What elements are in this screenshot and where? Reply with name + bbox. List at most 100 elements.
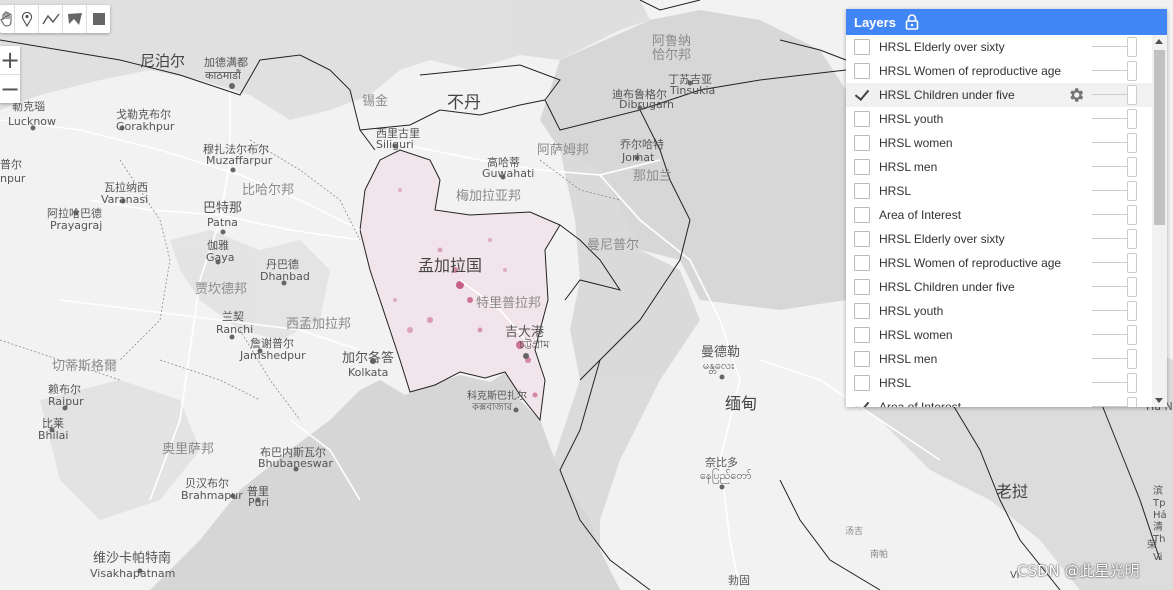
opacity-slider-thumb[interactable] bbox=[1127, 325, 1137, 345]
rectangle-tool-button[interactable] bbox=[87, 5, 110, 33]
opacity-slider[interactable] bbox=[1092, 397, 1137, 407]
label-visakhapatnam: Visakhapatnam bbox=[90, 567, 175, 580]
zoom-in-button[interactable]: + bbox=[0, 46, 20, 74]
layer-name: HRSL men bbox=[879, 160, 938, 174]
opacity-slider[interactable] bbox=[1092, 181, 1137, 201]
label-bhilai: Bhilai bbox=[38, 429, 68, 442]
layer-row[interactable]: HRSL youth bbox=[846, 107, 1152, 131]
marker-tool-button[interactable] bbox=[15, 5, 39, 33]
layer-checkbox[interactable] bbox=[854, 351, 870, 367]
layer-row[interactable]: HRSL Children under five bbox=[846, 83, 1152, 107]
layers-scrollbar[interactable] bbox=[1152, 35, 1167, 407]
layer-row[interactable]: HRSL Women of reproductive age bbox=[846, 251, 1152, 275]
layer-row[interactable]: HRSL Women of reproductive age bbox=[846, 59, 1152, 83]
label-right-edge-6: 荣 bbox=[1147, 539, 1157, 551]
label-laos: 老挝 bbox=[996, 482, 1028, 501]
opacity-slider-thumb[interactable] bbox=[1127, 277, 1137, 297]
layer-checkbox[interactable] bbox=[854, 159, 870, 175]
opacity-slider-thumb[interactable] bbox=[1127, 301, 1137, 321]
layer-checkbox[interactable] bbox=[854, 279, 870, 295]
opacity-slider-thumb[interactable] bbox=[1127, 349, 1137, 369]
scrollbar-thumb[interactable] bbox=[1154, 50, 1165, 225]
layer-row[interactable]: HRSL men bbox=[846, 347, 1152, 371]
opacity-slider-thumb[interactable] bbox=[1127, 37, 1137, 57]
layer-name: Area of Interest bbox=[879, 400, 962, 407]
layer-name: HRSL bbox=[879, 184, 912, 198]
layer-checkbox[interactable] bbox=[854, 255, 870, 271]
gear-icon[interactable] bbox=[1067, 86, 1085, 107]
lock-icon[interactable] bbox=[905, 14, 919, 30]
label-kolkata: Kolkata bbox=[348, 366, 388, 379]
label-gaya: Gaya bbox=[206, 251, 235, 264]
label-coxs-bazar-local: কক্সবাজার bbox=[471, 402, 513, 413]
layer-name: HRSL Elderly over sixty bbox=[879, 40, 1005, 54]
layer-row[interactable]: HRSL Elderly over sixty bbox=[846, 227, 1152, 251]
opacity-slider-thumb[interactable] bbox=[1127, 85, 1137, 105]
polygon-tool-button[interactable] bbox=[63, 5, 87, 33]
opacity-slider-thumb[interactable] bbox=[1127, 373, 1137, 393]
label-bihar: 比哈尔邦 bbox=[242, 183, 294, 198]
opacity-slider-thumb[interactable] bbox=[1127, 157, 1137, 177]
layer-checkbox[interactable] bbox=[854, 183, 870, 199]
layer-row[interactable]: HRSL men bbox=[846, 155, 1152, 179]
layer-name: HRSL Women of reproductive age bbox=[879, 64, 1062, 78]
layer-row[interactable]: HRSL youth bbox=[846, 299, 1152, 323]
scroll-up-arrow-icon[interactable] bbox=[1155, 39, 1163, 44]
opacity-slider[interactable] bbox=[1092, 109, 1137, 129]
layer-checkbox[interactable] bbox=[854, 39, 870, 55]
opacity-slider[interactable] bbox=[1092, 253, 1137, 273]
label-bogo: 勃固 bbox=[728, 574, 750, 587]
label-ranchi: Ranchi bbox=[216, 323, 253, 336]
opacity-slider[interactable] bbox=[1092, 37, 1137, 57]
opacity-slider[interactable] bbox=[1092, 277, 1137, 297]
layer-row[interactable]: HRSL women bbox=[846, 131, 1152, 155]
layer-checkbox[interactable] bbox=[854, 207, 870, 223]
layer-row[interactable]: HRSL women bbox=[846, 323, 1152, 347]
label-visakhapatnam-zh: 维沙卡帕特南 bbox=[93, 550, 171, 566]
scroll-down-arrow-icon[interactable] bbox=[1155, 398, 1163, 403]
layer-row[interactable]: HRSL bbox=[846, 179, 1152, 203]
opacity-slider[interactable] bbox=[1092, 133, 1137, 153]
layer-checkbox[interactable] bbox=[854, 399, 870, 407]
layer-checkbox[interactable] bbox=[854, 327, 870, 343]
opacity-slider[interactable] bbox=[1092, 205, 1137, 225]
layer-checkbox[interactable] bbox=[854, 87, 870, 103]
zoom-out-button[interactable]: − bbox=[0, 74, 20, 103]
layer-checkbox[interactable] bbox=[854, 303, 870, 319]
layer-checkbox[interactable] bbox=[854, 111, 870, 127]
opacity-slider-thumb[interactable] bbox=[1127, 61, 1137, 81]
opacity-slider-thumb[interactable] bbox=[1127, 253, 1137, 273]
pan-tool-button[interactable] bbox=[0, 5, 15, 33]
layer-checkbox[interactable] bbox=[854, 375, 870, 391]
label-kathmandu-local: काठमाडौं bbox=[205, 69, 241, 82]
layer-row[interactable]: Area of Interest bbox=[846, 395, 1152, 407]
opacity-slider-thumb[interactable] bbox=[1127, 109, 1137, 129]
line-tool-button[interactable] bbox=[39, 5, 63, 33]
layer-list: HRSL Elderly over sixty HRSL Women of rep… bbox=[846, 35, 1152, 407]
layer-checkbox[interactable] bbox=[854, 135, 870, 151]
layer-name: HRSL Women of reproductive age bbox=[879, 256, 1062, 270]
opacity-slider[interactable] bbox=[1092, 61, 1137, 81]
layer-name: HRSL Children under five bbox=[879, 88, 1015, 102]
opacity-slider-thumb[interactable] bbox=[1127, 397, 1137, 407]
opacity-slider-thumb[interactable] bbox=[1127, 229, 1137, 249]
label-meghalaya: 梅加拉亚邦 bbox=[456, 189, 521, 204]
opacity-slider[interactable] bbox=[1092, 157, 1137, 177]
opacity-slider-thumb[interactable] bbox=[1127, 133, 1137, 153]
opacity-slider[interactable] bbox=[1092, 229, 1137, 249]
opacity-slider[interactable] bbox=[1092, 325, 1137, 345]
layer-checkbox[interactable] bbox=[854, 231, 870, 247]
layer-row[interactable]: HRSL bbox=[846, 371, 1152, 395]
opacity-slider-thumb[interactable] bbox=[1127, 181, 1137, 201]
opacity-slider[interactable] bbox=[1092, 349, 1137, 369]
layer-row[interactable]: HRSL Children under five bbox=[846, 275, 1152, 299]
opacity-slider-thumb[interactable] bbox=[1127, 205, 1137, 225]
layer-row[interactable]: Area of Interest bbox=[846, 203, 1152, 227]
rectangle-icon bbox=[92, 13, 105, 25]
layer-row[interactable]: HRSL Elderly over sixty bbox=[846, 35, 1152, 59]
opacity-slider[interactable] bbox=[1092, 301, 1137, 321]
layer-checkbox[interactable] bbox=[854, 63, 870, 79]
opacity-slider[interactable] bbox=[1092, 85, 1137, 105]
opacity-slider[interactable] bbox=[1092, 373, 1137, 393]
drawing-toolbar bbox=[0, 5, 110, 33]
